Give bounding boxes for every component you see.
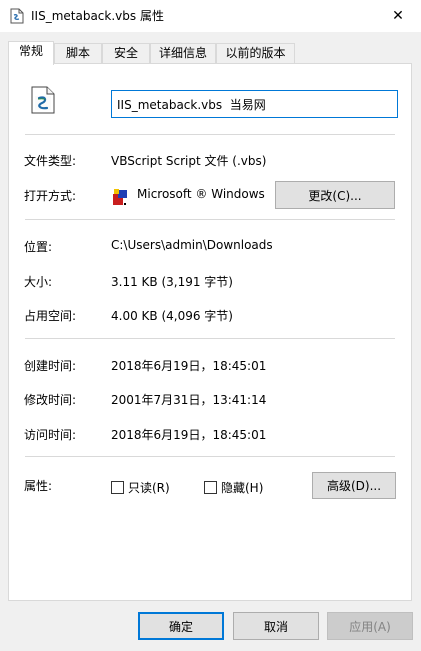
readonly-checkbox[interactable]: 只读(R) [111,479,170,496]
readonly-checkbox-box[interactable] [111,481,124,494]
created-label: 创建时间: [24,359,77,373]
separator [25,219,395,220]
change-button[interactable]: 更改(C)... [275,181,395,209]
readonly-checkbox-label: 只读(R) [128,481,170,495]
location-label: 位置: [24,240,53,254]
script-file-icon [31,86,55,114]
file-type-label: 文件类型: [24,154,77,168]
tab-general[interactable]: 常规 [8,41,54,65]
modified-label: 修改时间: [24,393,77,407]
window-title: IIS_metaback.vbs 属性 [31,9,164,23]
hidden-checkbox[interactable]: 隐藏(H) [204,479,263,496]
separator [25,456,395,457]
hidden-checkbox-label: 隐藏(H) [221,481,264,495]
opens-with-label: 打开方式: [24,189,77,203]
ok-button[interactable]: 确定 [138,612,224,640]
general-panel: 文件类型: VBScript Script 文件 (.vbs) 打开方式: Mi… [8,63,412,601]
size-label: 大小: [24,275,53,289]
file-name-input[interactable] [111,90,398,118]
cancel-button[interactable]: 取消 [233,612,319,640]
size-on-disk-value: 4.00 KB (4,096 字节) [111,309,233,323]
separator [25,134,395,135]
apply-button[interactable]: 应用(A) [327,612,413,640]
tab-previous-versions[interactable]: 以前的版本 [216,43,295,64]
size-value: 3.11 KB (3,191 字节) [111,275,233,289]
tab-security[interactable]: 安全 [102,43,150,64]
accessed-value: 2018年6月19日，18:45:01 [111,428,267,442]
attributes-label: 属性: [24,479,53,493]
opens-with-value: Microsoft ® Windows [137,187,265,201]
title-bar: IIS_metaback.vbs 属性 ✕ [0,0,421,32]
close-button[interactable]: ✕ [375,0,421,32]
tab-details[interactable]: 详细信息 [150,43,216,64]
advanced-button[interactable]: 高级(D)... [312,472,396,499]
separator [25,338,395,339]
modified-value: 2001年7月31日，13:41:14 [111,393,267,407]
tab-script[interactable]: 脚本 [54,43,102,64]
file-type-value: VBScript Script 文件 (.vbs) [111,154,267,168]
hidden-checkbox-box[interactable] [204,481,217,494]
close-icon: ✕ [392,8,404,24]
accessed-label: 访问时间: [24,428,77,442]
location-value: C:\Users\admin\Downloads [111,238,273,252]
created-value: 2018年6月19日，18:45:01 [111,359,267,373]
vbs-file-icon [10,8,24,24]
size-on-disk-label: 占用空间: [24,309,77,323]
windows-script-host-icon [113,189,127,205]
